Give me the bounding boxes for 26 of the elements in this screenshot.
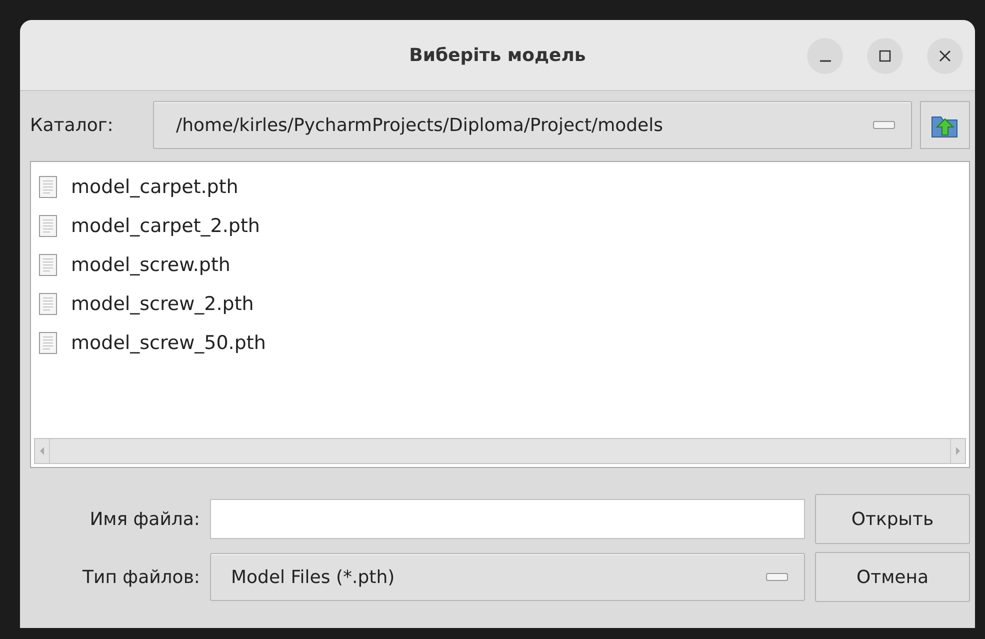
directory-label: Каталог: [30,114,114,136]
document-icon [39,176,57,198]
parent-folder-button[interactable] [920,101,970,149]
filename-field[interactable] [210,499,805,539]
close-icon [938,49,952,63]
file-item[interactable]: model_screw.pth [39,250,961,279]
maximize-button[interactable] [867,38,903,74]
document-icon [39,332,57,354]
document-icon [39,214,57,236]
file-item[interactable]: model_carpet_2.pth [39,211,961,240]
file-item[interactable]: model_screw_50.pth [39,328,961,357]
file-item[interactable]: model_carpet.pth [39,172,961,201]
filetype-label: Тип файлов: [82,566,200,588]
minimize-icon [820,60,830,62]
filetype-dropdown[interactable]: Model Files (*.pth) [210,553,805,601]
window-title: Виберіть модель [409,44,586,66]
filename-label: Имя файла: [88,508,200,530]
cancel-button[interactable]: Отмена [815,552,970,602]
open-button[interactable]: Открыть [815,494,970,544]
file-item[interactable]: model_screw_2.pth [39,289,961,318]
directory-dropdown[interactable]: /home/kirles/PycharmProjects/Diploma/Project/models [153,101,912,149]
maximize-icon [878,49,892,63]
close-button[interactable] [927,38,963,74]
document-icon [39,254,57,276]
document-icon [39,292,57,314]
minimize-button[interactable] [807,38,843,74]
